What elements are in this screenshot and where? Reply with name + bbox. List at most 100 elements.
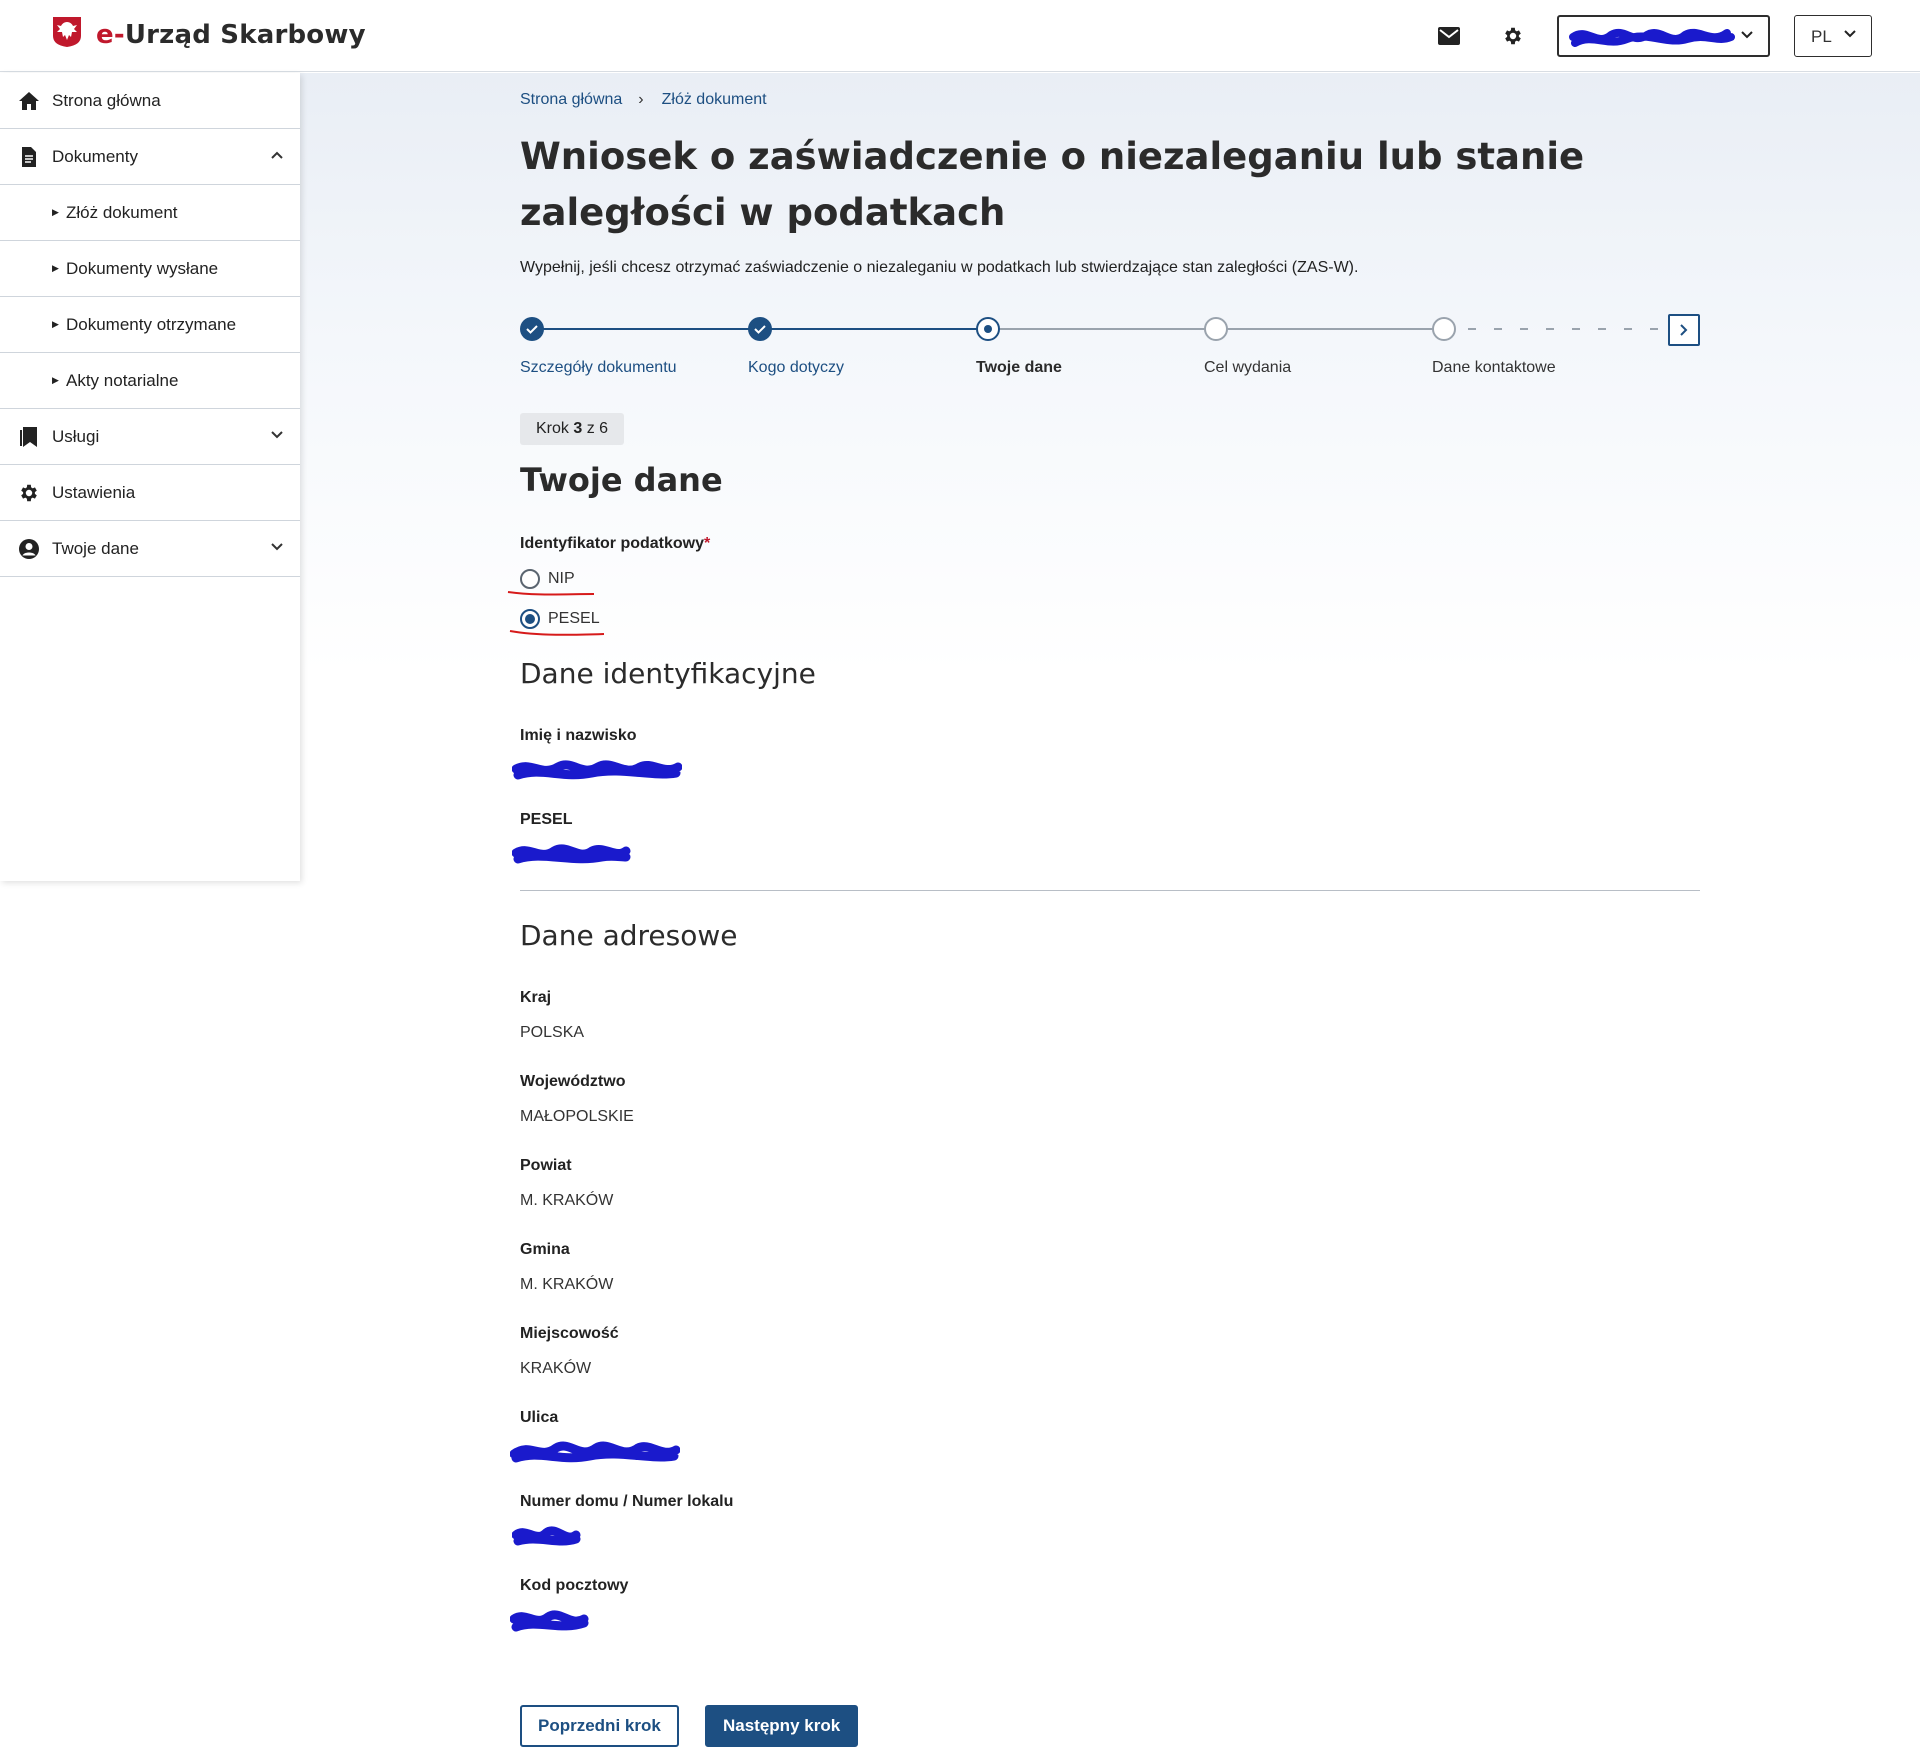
language-value: PL <box>1811 27 1832 46</box>
next-step-button[interactable]: Następny krok <box>705 1705 859 1747</box>
step-3-current-marker <box>976 317 1000 341</box>
country-value: POLSKA <box>520 1024 585 1041</box>
chevron-down-icon <box>271 543 283 551</box>
stepper-dash <box>1520 328 1528 330</box>
chevron-down-icon <box>271 431 283 439</box>
chevron-right-icon <box>1680 324 1688 336</box>
city-label: Miejscowość <box>520 1325 619 1342</box>
section-divider <box>520 890 1700 891</box>
redacted-account-name <box>1569 29 1735 47</box>
app-title-prefix: e- <box>96 20 125 50</box>
redacted-house-number-value <box>512 1526 581 1546</box>
sidebar-item-label: Twoje dane <box>52 539 139 558</box>
step-4-label: Cel wydania <box>1204 359 1292 376</box>
radio-pesel-control[interactable] <box>520 609 540 629</box>
gear-icon <box>21 484 37 502</box>
section-title: Twoje dane <box>520 461 723 499</box>
step-counter-current: 3 <box>573 420 583 437</box>
voivodeship-value: MAŁOPOLSKIE <box>520 1108 634 1125</box>
sidebar-item-notarial-deeds[interactable]: ▶ Akty notarialne <box>0 353 300 409</box>
sidebar-item-home[interactable]: Strona główna <box>0 73 300 129</box>
stepper-dash <box>1598 328 1606 330</box>
account-select[interactable] <box>1557 15 1770 57</box>
chevron-down-icon <box>1741 31 1753 39</box>
step-3-label: Twoje dane <box>976 359 1062 376</box>
sidebar-item-label: Ustawienia <box>52 483 136 502</box>
page-description: Wypełnij, jeśli chcesz otrzymać zaświadc… <box>520 259 1359 276</box>
redacted-pesel-value <box>512 844 631 864</box>
top-header: e-Urząd Skarbowy PL <box>0 0 1920 72</box>
step-5-label: Dane kontaktowe <box>1432 359 1556 376</box>
sidebar-item-sent-documents[interactable]: ▶ Dokumenty wysłane <box>0 241 300 297</box>
app-title[interactable]: e-Urząd Skarbowy <box>96 20 366 50</box>
check-icon <box>526 325 538 334</box>
user-icon <box>19 539 39 559</box>
sidebar-item-received-documents[interactable]: ▶ Dokumenty otrzymane <box>0 297 300 353</box>
county-label: Powiat <box>520 1157 572 1174</box>
sidebar-item-documents[interactable]: Dokumenty <box>0 129 300 185</box>
sidebar-item-label: Strona główna <box>52 91 161 110</box>
sidebar-item-your-data[interactable]: Twoje dane <box>0 521 300 577</box>
country-label: Kraj <box>520 989 552 1006</box>
home-icon <box>19 92 39 110</box>
step-1-done-marker[interactable] <box>520 317 544 341</box>
previous-step-button[interactable]: Poprzedni krok <box>520 1705 679 1747</box>
postal-code-label: Kod pocztowy <box>520 1577 629 1594</box>
bullet-icon: ▶ <box>52 207 59 217</box>
street-label: Ulica <box>520 1409 559 1426</box>
sidebar: Strona główna Dokumenty ▶ Złóż dokument … <box>0 73 300 881</box>
voivodeship-label: Województwo <box>520 1073 626 1090</box>
stepper-dash <box>1546 328 1554 330</box>
step-2-label[interactable]: Kogo dotyczy <box>748 359 844 377</box>
redacted-street-value <box>510 1441 680 1463</box>
document-icon <box>22 147 36 167</box>
stepper-dash <box>1494 328 1502 330</box>
app-title-text: Urząd Skarbowy <box>124 20 366 50</box>
city-value: KRAKÓW <box>520 1360 592 1377</box>
tax-id-label-text: Identyfikator podatkowy <box>520 535 705 552</box>
redacted-postal-code-value <box>510 1610 589 1632</box>
pesel-label: PESEL <box>520 811 573 828</box>
step-5-marker <box>1432 317 1456 341</box>
stepper-next-button[interactable] <box>1668 314 1700 346</box>
county-value: M. KRAKÓW <box>520 1192 614 1209</box>
sidebar-item-services[interactable]: Usługi <box>0 409 300 465</box>
step-1-label[interactable]: Szczegóły dokumentu <box>520 359 677 377</box>
tax-id-label: Identyfikator podatkowy* <box>520 535 710 553</box>
house-number-label: Numer domu / Numer lokalu <box>520 1493 734 1510</box>
bullet-icon: ▶ <box>52 263 59 273</box>
commune-value: M. KRAKÓW <box>520 1276 614 1293</box>
breadcrumb-submit-document[interactable]: Złóż dokument <box>662 91 767 109</box>
sidebar-item-submit-document[interactable]: ▶ Złóż dokument <box>0 185 300 241</box>
chevron-right-icon: › <box>638 91 644 108</box>
radio-nip-control[interactable] <box>520 569 540 589</box>
sidebar-item-label: Dokumenty wysłane <box>66 259 219 278</box>
chevron-up-icon <box>271 151 283 159</box>
redacted-name-value <box>512 760 682 780</box>
breadcrumb-home[interactable]: Strona główna <box>520 91 622 109</box>
check-icon <box>754 325 766 334</box>
stepper-line-todo <box>988 328 1216 330</box>
address-title: Dane adresowe <box>520 919 738 952</box>
step-4-marker <box>1204 317 1228 341</box>
stepper-line-done <box>532 328 760 330</box>
red-underline-annotation <box>507 591 595 596</box>
stepper-line-todo <box>1216 328 1444 330</box>
step-2-done-marker[interactable] <box>748 317 772 341</box>
stepper-dash <box>1624 328 1632 330</box>
required-marker: * <box>704 535 711 552</box>
step-counter-suffix: z 6 <box>586 420 609 437</box>
sidebar-item-settings[interactable]: Ustawienia <box>0 465 300 521</box>
stepper-dash <box>1650 328 1658 330</box>
sidebar-item-label: Usługi <box>52 427 100 446</box>
page-title: Wniosek o zaświadczenie o niezaleganiu l… <box>520 135 1585 234</box>
gear-icon[interactable] <box>1499 22 1527 50</box>
stepper-dash <box>1468 328 1476 330</box>
mail-icon[interactable] <box>1435 22 1463 50</box>
radio-nip-label: NIP <box>548 570 575 587</box>
step-counter-badge: Krok 3 z 6 <box>520 413 625 445</box>
bookmark-icon <box>20 427 37 447</box>
step-counter-prefix: Krok <box>536 420 569 437</box>
stepper-dash <box>1572 328 1580 330</box>
language-select[interactable]: PL <box>1794 15 1872 57</box>
